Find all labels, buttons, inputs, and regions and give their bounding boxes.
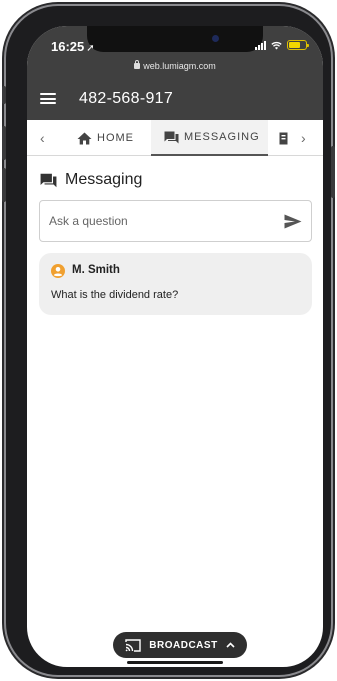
phone-frame: 16:25 ➚ web.lumiagm.com 482-568-917 ‹ HO… [2, 6, 335, 675]
mute-switch [2, 86, 6, 104]
power-button [331, 146, 335, 198]
battery-icon [287, 40, 309, 50]
message-author: M. Smith [72, 264, 120, 276]
user-avatar-icon [51, 264, 65, 278]
front-camera [212, 35, 219, 42]
location-arrow-icon: ➚ [86, 43, 95, 54]
app-header: 482-568-917 [27, 77, 323, 120]
messaging-icon [40, 173, 57, 187]
status-time: 16:25 ➚ [51, 39, 95, 54]
tab-home[interactable]: HOME [67, 120, 144, 156]
message-card: M. Smith What is the dividend rate? [39, 253, 312, 315]
document-icon [279, 132, 288, 144]
send-icon[interactable] [284, 214, 302, 229]
volume-up-button [2, 126, 6, 160]
home-icon [77, 132, 92, 144]
volume-down-button [2, 168, 6, 202]
phone-screen: 16:25 ➚ web.lumiagm.com 482-568-917 ‹ HO… [27, 26, 323, 667]
message-text: What is the dividend rate? [51, 289, 179, 301]
ask-question-box [39, 200, 312, 242]
lock-icon [134, 60, 141, 69]
status-bar: 16:25 ➚ web.lumiagm.com [27, 26, 323, 77]
signal-icon [255, 40, 266, 50]
page-title: Messaging [40, 171, 142, 189]
notch [87, 26, 263, 52]
meeting-id: 482-568-917 [79, 89, 174, 107]
broadcast-button[interactable]: BROADCAST [113, 632, 247, 658]
ask-question-input[interactable] [40, 201, 276, 241]
menu-icon[interactable] [40, 93, 56, 104]
chevron-up-icon [226, 642, 235, 648]
home-indicator[interactable] [127, 661, 223, 664]
tabs-next-icon[interactable]: › [301, 130, 306, 146]
tab-messaging[interactable]: MESSAGING [151, 120, 268, 156]
tabs-prev-icon[interactable]: ‹ [40, 130, 45, 146]
status-icons [255, 40, 309, 50]
messaging-icon [164, 131, 179, 143]
browser-url[interactable]: web.lumiagm.com [27, 60, 323, 71]
tab-bar: ‹ HOME MESSAGING › [27, 120, 323, 156]
wifi-icon [271, 41, 282, 50]
tab-next-partial[interactable] [279, 120, 288, 156]
cast-icon [125, 638, 141, 652]
